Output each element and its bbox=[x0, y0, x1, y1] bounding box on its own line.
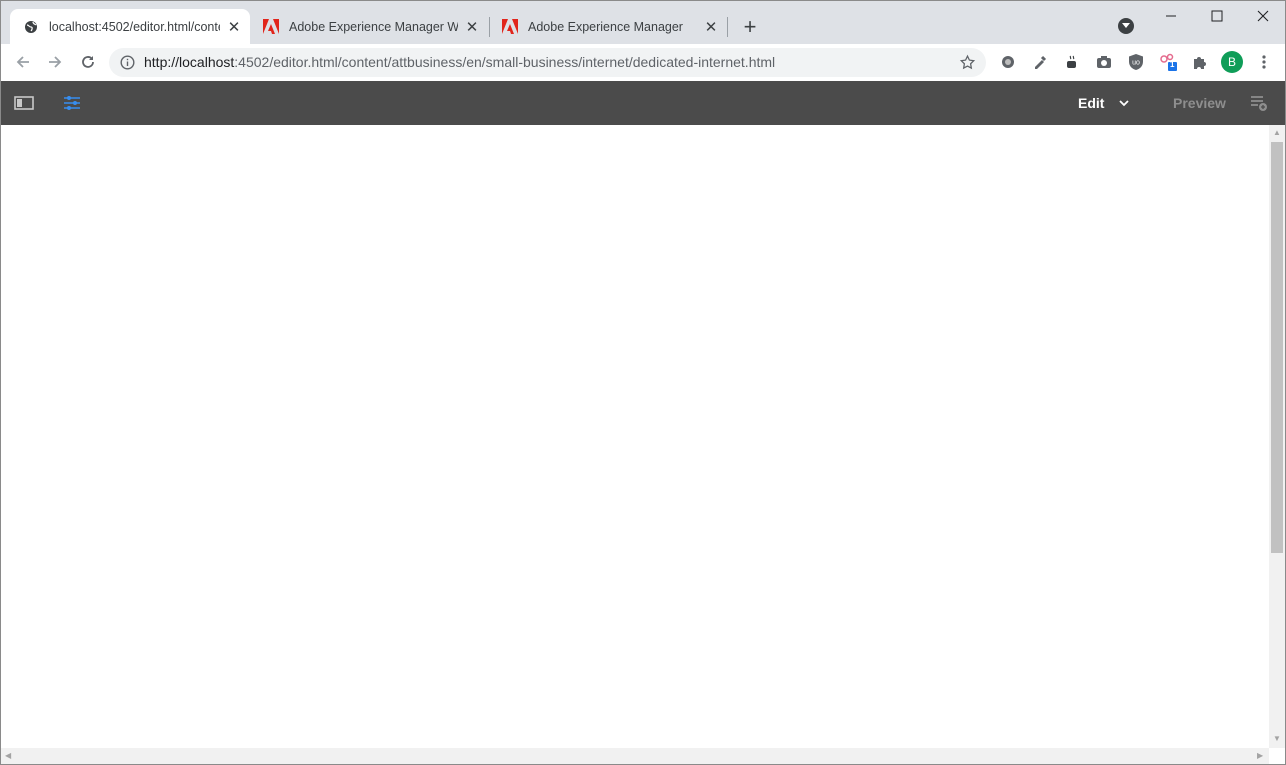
close-icon[interactable]: ✕ bbox=[226, 19, 242, 36]
eyedropper-icon[interactable] bbox=[1030, 52, 1050, 72]
annotation-add-icon[interactable] bbox=[1248, 93, 1270, 113]
new-tab-button[interactable]: + bbox=[738, 14, 762, 39]
scrollbar-thumb[interactable] bbox=[1271, 142, 1283, 553]
aem-editor-toolbar: Edit Preview bbox=[1, 81, 1285, 125]
close-icon[interactable]: ✕ bbox=[703, 19, 719, 36]
globe-icon bbox=[23, 19, 39, 35]
ublock-icon[interactable]: uo bbox=[1126, 52, 1146, 72]
svg-text:uo: uo bbox=[1132, 60, 1140, 67]
tab-strip: localhost:4502/editor.html/conte ✕ Adobe… bbox=[1, 1, 1285, 44]
minimize-button[interactable] bbox=[1148, 5, 1194, 27]
more-menu-icon[interactable] bbox=[1254, 52, 1274, 72]
tab-editor[interactable]: localhost:4502/editor.html/conte ✕ bbox=[10, 9, 250, 44]
page-properties-sliders-icon[interactable] bbox=[61, 93, 83, 113]
page-canvas[interactable] bbox=[1, 125, 1269, 748]
coffee-icon[interactable] bbox=[1062, 52, 1082, 72]
puzzle-icon[interactable] bbox=[1190, 52, 1210, 72]
camera-icon[interactable] bbox=[1094, 52, 1114, 72]
tab-separator bbox=[727, 17, 728, 37]
edit-mode-selector[interactable]: Edit bbox=[1078, 81, 1104, 125]
close-icon[interactable]: ✕ bbox=[464, 19, 480, 36]
profile-avatar[interactable]: B bbox=[1221, 51, 1243, 73]
extension-circle-icon[interactable] bbox=[998, 52, 1018, 72]
url-text: http://localhost:4502/editor.html/conten… bbox=[144, 48, 775, 77]
chevron-down-icon[interactable] bbox=[1118, 97, 1130, 109]
forward-button[interactable] bbox=[43, 50, 67, 74]
extension-badge-count: 1 bbox=[1170, 60, 1175, 69]
scroll-up-icon[interactable]: ▲ bbox=[1273, 128, 1281, 137]
chevron-down-icon bbox=[1122, 23, 1130, 28]
tab-search-button[interactable] bbox=[1118, 18, 1134, 34]
vertical-scrollbar[interactable]: ▲ ▼ bbox=[1269, 125, 1285, 748]
info-icon[interactable] bbox=[120, 55, 135, 75]
preview-button[interactable]: Preview bbox=[1173, 81, 1226, 125]
maximize-button[interactable] bbox=[1194, 5, 1240, 27]
adobe-icon bbox=[263, 19, 279, 35]
url-path: :4502/editor.html/content/attbusiness/en… bbox=[234, 54, 776, 70]
tab-title: Adobe Experience Manager bbox=[528, 19, 683, 34]
tab-title: localhost:4502/editor.html/conte bbox=[49, 19, 220, 34]
adobe-icon bbox=[502, 19, 518, 35]
scroll-right-icon[interactable]: ▶ bbox=[1257, 751, 1263, 760]
reload-button[interactable] bbox=[76, 50, 100, 74]
tab-aem[interactable]: Adobe Experience Manager ✕ bbox=[489, 9, 727, 44]
tab-title: Adobe Experience Manager Web bbox=[289, 19, 458, 34]
scroll-down-icon[interactable]: ▼ bbox=[1273, 734, 1281, 743]
scroll-left-icon[interactable]: ◀ bbox=[5, 751, 11, 760]
browser-toolbar: http://localhost:4502/editor.html/conten… bbox=[1, 44, 1285, 81]
horizontal-scrollbar[interactable]: ◀ ▶ bbox=[1, 748, 1269, 764]
browser-window: localhost:4502/editor.html/conte ✕ Adobe… bbox=[0, 0, 1286, 765]
side-panel-toggle-icon[interactable] bbox=[13, 93, 35, 113]
close-window-button[interactable] bbox=[1240, 5, 1285, 27]
reload-icon bbox=[82, 56, 94, 68]
url-host: http://localhost bbox=[144, 54, 235, 70]
profile-initial: B bbox=[1227, 55, 1236, 69]
back-button[interactable] bbox=[11, 50, 35, 74]
tab-aem-web[interactable]: Adobe Experience Manager Web ✕ bbox=[250, 9, 488, 44]
bookmark-star-icon[interactable] bbox=[959, 54, 976, 76]
address-bar[interactable]: http://localhost:4502/editor.html/conten… bbox=[109, 48, 986, 77]
arrow-left-icon bbox=[16, 56, 29, 68]
arrow-right-icon bbox=[49, 56, 62, 68]
extension-badge-icon[interactable]: 1 bbox=[1158, 52, 1178, 72]
